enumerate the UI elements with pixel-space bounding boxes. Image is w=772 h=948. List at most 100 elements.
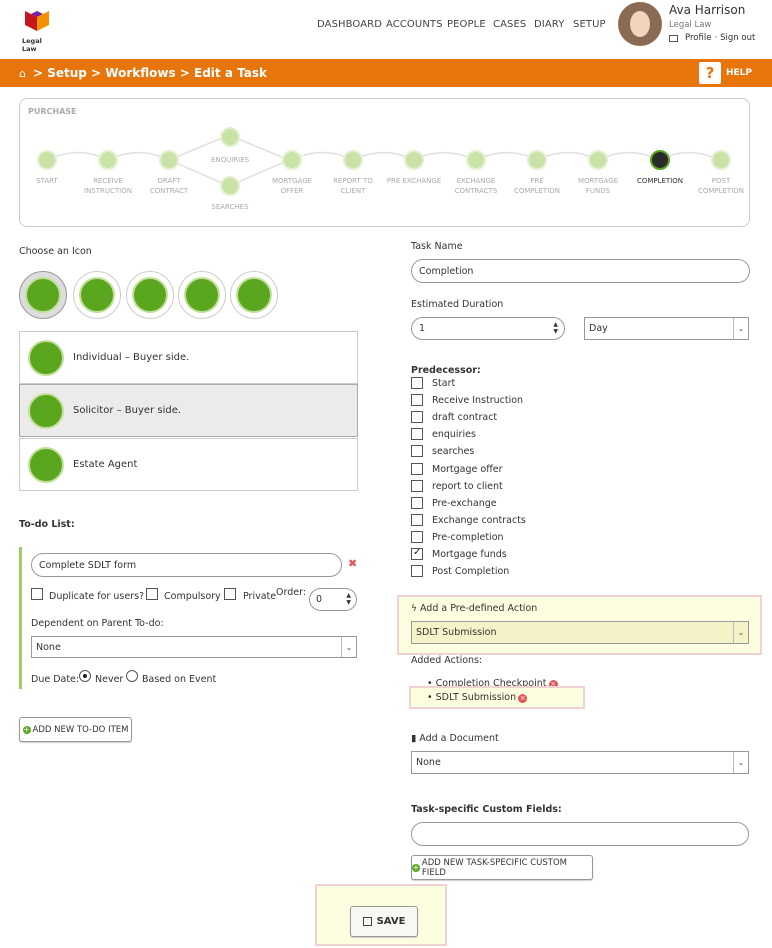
predecessor-checkbox[interactable] [411,496,423,509]
nav-dashboard[interactable]: DASHBOARD [317,19,382,30]
logo-icon [25,11,49,31]
dependent-select[interactable]: None ⌄ [31,636,357,658]
predecessor-label: Exchange contracts [432,514,526,526]
stage-exchange-icon[interactable] [466,150,486,170]
nav-diary[interactable]: DIARY [534,19,564,30]
chevron-down-icon: ⌄ [733,752,748,773]
profile-link[interactable]: Profile [685,33,711,43]
todo-item-input[interactable]: Complete SDLT form [31,553,342,577]
floppy-icon [362,917,372,926]
custom-fields-label: Task-specific Custom Fields: [411,804,562,815]
predecessor-checkbox[interactable] [411,462,423,475]
document-icon [79,277,115,313]
help-button[interactable]: ? [699,62,721,84]
radio-dot [83,674,87,678]
avatar-face [630,11,650,37]
never-label: Never [95,674,124,685]
stage-pre-exchange-icon[interactable] [404,150,424,170]
save-button[interactable]: SAVE [350,906,418,937]
predefined-action-select[interactable]: SDLT Submission ⌄ [411,621,749,644]
stage-enquiries-icon[interactable] [220,127,240,147]
nav-cases[interactable]: CASES [493,19,526,30]
private-checkbox[interactable] [224,588,236,600]
add-todo-button[interactable]: + ADD NEW TO-DO ITEM [19,717,132,742]
predecessor-label: enquiries [432,429,476,441]
persona-individual[interactable]: Individual – Buyer side. [19,331,358,384]
stage-receive-label: RECEIVE INSTRUCTION [84,177,132,195]
scales-icon-option[interactable] [126,271,174,319]
predecessor-checkbox[interactable] [411,377,423,389]
stage-searches-icon[interactable] [220,176,240,196]
remove-todo-icon[interactable]: ✖ [348,557,357,570]
house-icon [28,340,64,376]
predecessor-checkbox[interactable] [411,565,423,578]
home-icon[interactable]: ⌂ [19,67,26,80]
compulsory-checkbox[interactable] [146,588,158,600]
order-stepper[interactable]: 0 ▲ ▼ [309,588,357,611]
stage-start-icon[interactable] [37,150,57,170]
stage-mortgage-offer-icon[interactable] [282,150,302,170]
custom-field-input[interactable] [411,822,749,846]
predecessor-checkbox[interactable] [411,513,423,526]
envelope-icon[interactable] [669,34,678,42]
stage-mortgage-funds-label: MORTGAGE FUNDS [577,177,619,195]
duplicate-checkbox[interactable] [31,588,43,600]
dependent-value: None [36,641,61,653]
pound-icon-option[interactable] [230,271,278,319]
duration-stepper[interactable]: 1 ▲ ▼ [411,317,565,340]
nav-accounts[interactable]: ACCOUNTS [386,19,443,30]
logo[interactable]: Legal Law [22,9,52,53]
stage-report-label: REPORT TO CLIENT [333,177,373,195]
stage-post-completion-icon[interactable] [711,150,731,170]
signout-link[interactable]: Sign out [720,33,755,43]
stage-receive-icon[interactable] [98,150,118,170]
choose-icon-label: Choose an Icon [19,246,92,257]
stepper-arrows-icon[interactable]: ▲ ▼ [553,321,558,335]
predecessor-checkbox[interactable] [411,428,423,441]
compulsory-label: Compulsory [164,591,221,602]
chevron-down-icon: ⌄ [341,637,356,657]
dependent-label: Dependent on Parent To-do: [31,618,164,629]
predecessor-checkbox[interactable] [411,479,423,492]
nav-setup[interactable]: SETUP [573,19,606,30]
predecessor-checkbox[interactable] [411,530,423,543]
stage-completion-label: COMPLETION [636,177,684,185]
persona-solicitor[interactable]: Solicitor – Buyer side. [19,384,358,437]
document-select[interactable]: None ⌄ [411,751,749,774]
stage-report-icon[interactable] [343,150,363,170]
predecessor-checkbox[interactable] [411,411,423,424]
predecessor-checkbox[interactable] [411,394,423,407]
stage-draft-icon[interactable] [159,150,179,170]
stage-mortgage-funds-icon[interactable] [588,150,608,170]
never-radio[interactable] [79,670,91,682]
stage-completion-icon[interactable] [650,150,670,170]
save-label: SAVE [376,916,406,927]
duration-unit-select[interactable]: Day ⌄ [584,317,749,340]
stage-pre-completion-label: PRE COMPLETION [513,177,561,195]
document-icon-option[interactable] [73,271,121,319]
document-label: ▮ Add a Document [411,733,499,744]
stepper-arrows-icon[interactable]: ▲ ▼ [346,592,351,606]
stage-draft-label: DRAFT CONTRACT [149,177,189,195]
task-name-label: Task Name [411,241,463,252]
house-icon-option[interactable] [19,271,67,319]
event-radio[interactable] [126,670,138,682]
stage-pre-completion-icon[interactable] [527,150,547,170]
persona-estate-agent[interactable]: Estate Agent [19,438,358,491]
predecessor-checkbox[interactable]: ✓ [411,547,423,560]
user-org: Legal Law [669,20,712,30]
avatar[interactable] [618,2,662,46]
task-name-input[interactable]: Completion [411,259,750,283]
stage-start-label: START [36,177,58,185]
help-label[interactable]: HELP [726,68,752,78]
predecessor-label: Pre-exchange [432,497,497,509]
add-custom-field-button[interactable]: + ADD NEW TASK-SPECIFIC CUSTOM FIELD [411,855,593,880]
remove-action-icon[interactable]: × [518,694,528,703]
duplicate-label: Duplicate for users? [49,591,145,602]
predecessor-label: report to client [432,480,503,492]
predecessor-checkbox[interactable] [411,445,423,458]
nav-people[interactable]: PEOPLE [447,19,486,30]
pound-icon [236,277,272,313]
search-icon-option[interactable] [178,271,226,319]
user-name: Ava Harrison [669,3,746,17]
